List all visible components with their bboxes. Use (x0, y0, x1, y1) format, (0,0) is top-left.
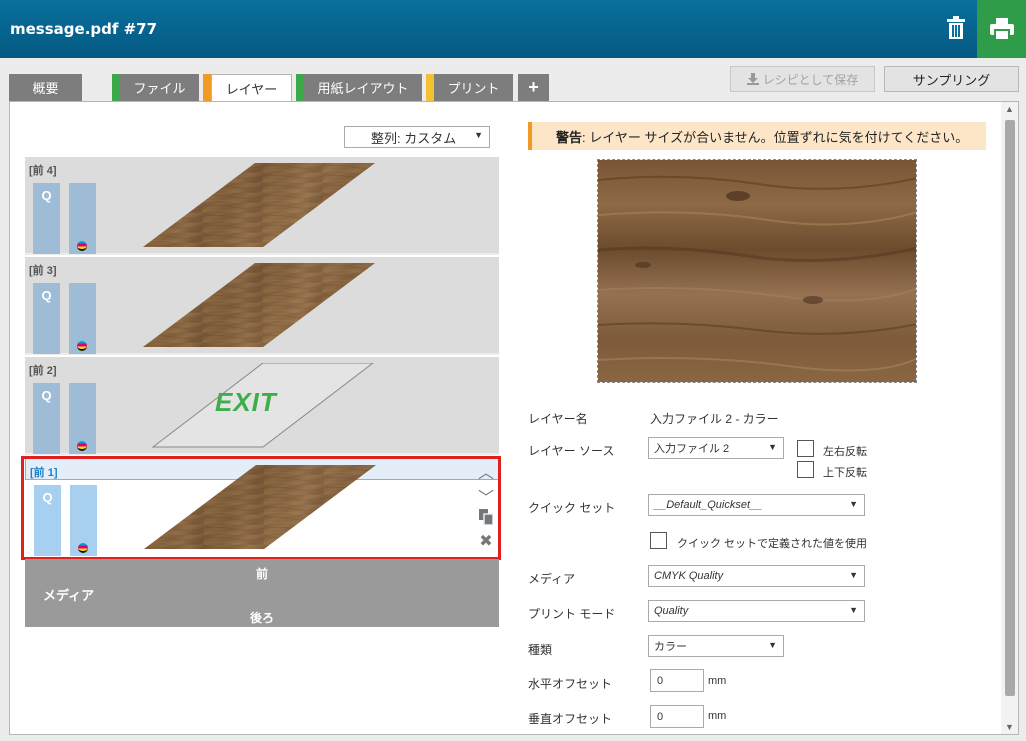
warning-title: 警告 (556, 129, 583, 145)
chevron-down-icon: ▼ (768, 640, 777, 650)
front-label: 前 (255, 567, 268, 581)
layer-name-label: レイヤー名 (528, 412, 588, 426)
plus-icon: + (528, 77, 539, 97)
sort-select[interactable]: 整列: カスタム ▼ (344, 126, 490, 148)
layer-preview-image (597, 159, 917, 383)
layer-label: [前 4] (29, 165, 57, 177)
layer-source-label: レイヤー ソース (528, 444, 615, 458)
printer-icon (989, 18, 1014, 40)
layer-thumbnail (143, 163, 375, 247)
type-select[interactable]: カラー ▼ (648, 635, 784, 657)
media-select[interactable]: CMYK Quality ▼ (648, 565, 865, 587)
media-block: 前 メディア 後ろ (25, 559, 499, 627)
flip-horizontal-checkbox[interactable] (797, 440, 814, 457)
flip-horizontal-label: 左右反転 (823, 446, 867, 458)
layer-thumbnail (143, 263, 375, 347)
layer-label: [前 3] (29, 265, 57, 277)
scroll-down-icon[interactable]: ▼ (1005, 722, 1014, 732)
tab-overview[interactable]: 概要 (9, 74, 82, 101)
media-field-label: メディア (528, 572, 576, 586)
layer-item[interactable]: [前 2] Q EXIT (25, 357, 499, 455)
tab-marker (296, 74, 304, 101)
q-badge: Q (41, 188, 52, 203)
use-quickset-label: クイック セットで定義された値を使用 (677, 538, 868, 550)
tab-file[interactable]: ファイル (120, 74, 199, 101)
layer-label: [前 2] (29, 365, 57, 377)
tab-label: レイヤー (225, 82, 278, 97)
type-value: カラー (654, 641, 687, 653)
flip-vertical-checkbox[interactable] (797, 461, 814, 478)
scroll-thumb[interactable] (1005, 120, 1015, 696)
vertical-offset-value: 0 (657, 710, 664, 723)
quickset-select[interactable]: __Default_Quickset__ ▼ (648, 494, 865, 516)
unit-label: mm (708, 710, 727, 722)
sampling-button[interactable]: サンプリング (884, 66, 1019, 92)
download-icon (746, 73, 759, 85)
scroll-up-icon[interactable]: ▲ (1005, 104, 1014, 114)
print-mode-label: プリント モード (528, 607, 616, 621)
selection-outline (21, 456, 501, 560)
print-mode-value: Quality (654, 605, 689, 617)
warning-text: : レイヤー サイズが合いません。位置ずれに気を付けてください。 (582, 129, 969, 145)
type-label: 種類 (528, 643, 553, 657)
flip-vertical-label: 上下反転 (823, 467, 867, 479)
chevron-down-icon: ▼ (849, 605, 858, 615)
chevron-down-icon: ▼ (768, 442, 777, 452)
quickset-indicator: Q (33, 383, 60, 454)
trash-icon[interactable] (938, 10, 974, 46)
print-button[interactable] (977, 0, 1026, 58)
tab-label: 用紙レイアウト (317, 81, 409, 96)
tab-label: ファイル (133, 81, 186, 96)
print-mode-select[interactable]: Quality ▼ (648, 600, 865, 622)
tab-paper-layout[interactable]: 用紙レイアウト (304, 74, 422, 101)
quickset-indicator: Q (33, 283, 60, 354)
back-label: 後ろ (249, 611, 274, 625)
tab-label: 概要 (32, 81, 59, 96)
layer-source-value: 入力ファイル 2 (654, 443, 730, 455)
cmyk-icon (77, 441, 87, 451)
layer-name-value: 入力ファイル 2 - カラー (650, 412, 779, 426)
q-badge: Q (41, 288, 52, 303)
tab-marker (426, 74, 434, 101)
horizontal-offset-label: 水平オフセット (528, 677, 613, 691)
layer-source-select[interactable]: 入力ファイル 2 ▼ (648, 437, 784, 459)
color-indicator (69, 383, 96, 454)
title-bar: message.pdf #77 (0, 0, 1026, 58)
cmyk-icon (77, 341, 87, 351)
add-tab-button[interactable]: + (518, 74, 549, 101)
tab-label: プリント (447, 81, 500, 96)
chevron-down-icon: ▼ (849, 499, 858, 509)
unit-label: mm (708, 675, 727, 687)
quickset-indicator: Q (33, 183, 60, 254)
cmyk-icon (77, 241, 87, 251)
save-as-recipe-button[interactable]: レシピとして保存 (730, 66, 875, 92)
tab-marker (203, 74, 211, 101)
color-indicator (69, 283, 96, 354)
vertical-offset-input[interactable]: 0 (650, 705, 704, 728)
warning-banner: 警告: レイヤー サイズが合いません。位置ずれに気を付けてください。 (528, 122, 986, 150)
quickset-value: __Default_Quickset__ (654, 499, 763, 511)
q-badge: Q (41, 388, 52, 403)
scrollbar[interactable]: ▲ ▼ (1001, 102, 1018, 734)
button-label: レシピとして保存 (762, 72, 859, 87)
sort-value: 整列: カスタム (371, 130, 457, 146)
layer-item[interactable]: [前 4] Q (25, 157, 499, 255)
horizontal-offset-value: 0 (657, 674, 664, 687)
chevron-down-icon: ▼ (849, 570, 858, 580)
media-label: メディア (43, 588, 95, 603)
chevron-down-icon: ▼ (474, 130, 483, 140)
vertical-offset-label: 垂直オフセット (528, 712, 613, 726)
window-title: message.pdf #77 (10, 20, 158, 38)
tab-marker (112, 74, 120, 101)
layer-item[interactable]: [前 3] Q (25, 257, 499, 355)
use-quickset-checkbox[interactable] (650, 532, 667, 549)
horizontal-offset-input[interactable]: 0 (650, 669, 704, 692)
tab-layer[interactable]: レイヤー (211, 74, 292, 102)
exit-sign-text: EXIT (215, 387, 277, 417)
quickset-label: クイック セット (528, 501, 616, 515)
color-indicator (69, 183, 96, 254)
tab-print[interactable]: プリント (434, 74, 513, 101)
media-value: CMYK Quality (654, 570, 724, 582)
